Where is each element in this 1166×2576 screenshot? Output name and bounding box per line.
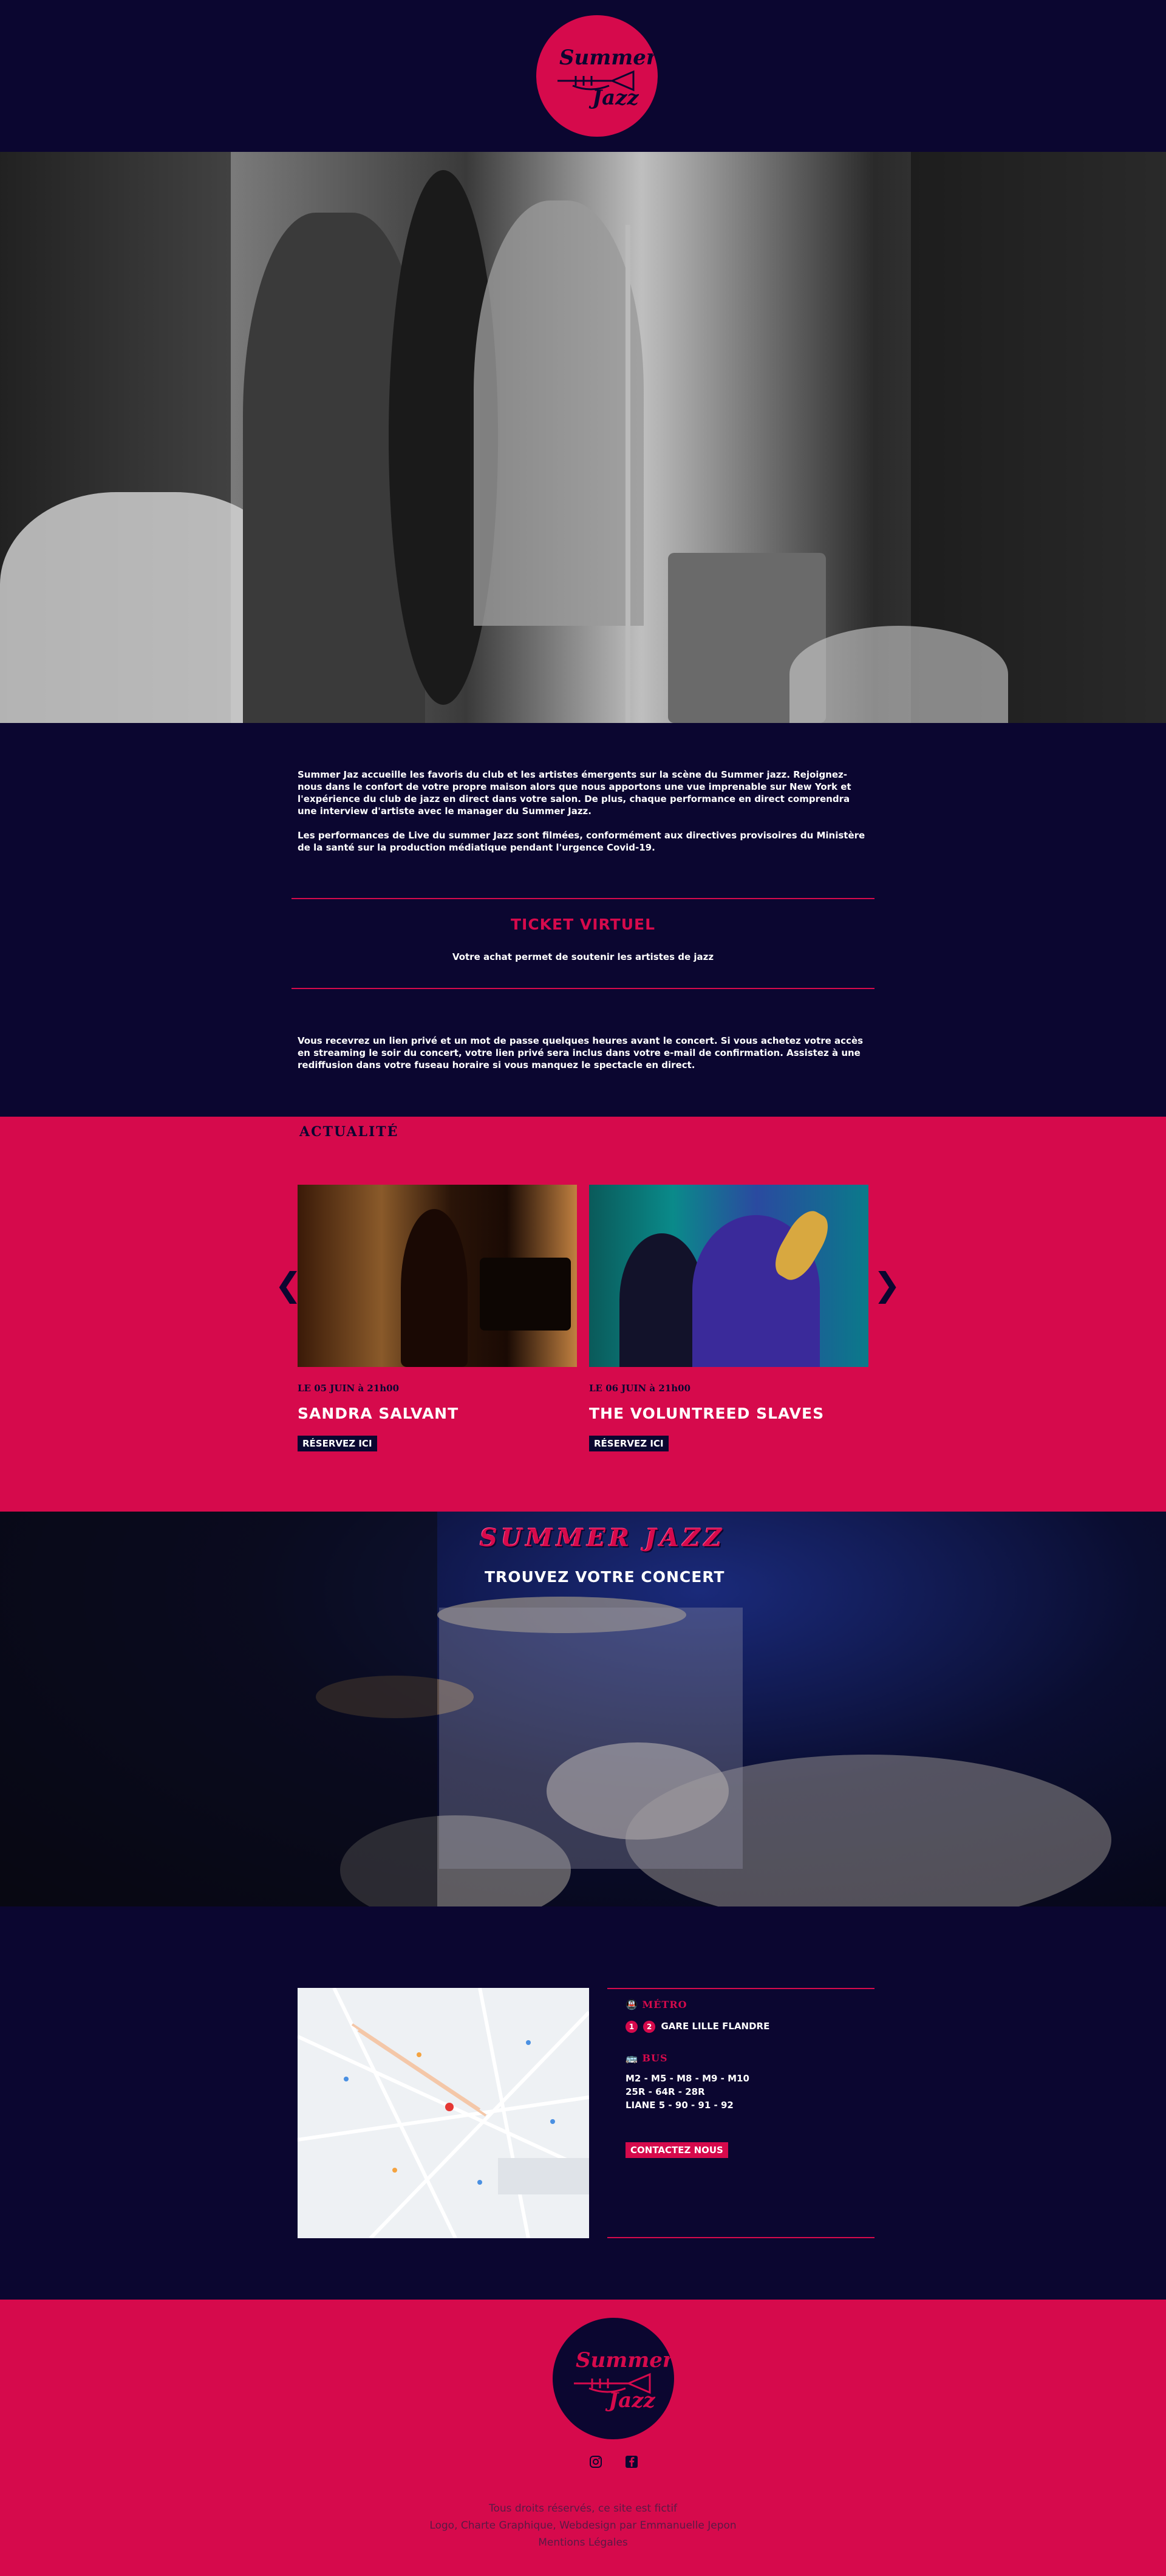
news-card-image[interactable]	[589, 1185, 868, 1367]
reserve-button[interactable]: RÉSERVEZ ICI	[298, 1436, 377, 1451]
logo-text-summer: Summer	[576, 2348, 673, 2372]
intro-paragraph-1: Summer Jaz accueille les favoris du club…	[298, 769, 851, 817]
metro-line: 1 2 GARE LILLE FLANDRE	[626, 2019, 769, 2033]
access-info-text: Vous recevrez un lien privé et un mot de…	[298, 1035, 864, 1070]
contact-button[interactable]: CONTACTEZ NOUS	[626, 2142, 728, 2158]
metro-line-badge: 1	[626, 2021, 638, 2033]
instagram-icon[interactable]	[588, 2454, 603, 2469]
intro-paragraph-2: Les performances de Live du summer Jazz …	[298, 830, 865, 853]
news-card[interactable]: LE 06 JUIN à 21h00 THE VOLUNTREED SLAVES…	[589, 1185, 868, 1451]
logo-text-jazz: Jazz	[609, 2388, 655, 2413]
metro-line-badge: 2	[643, 2021, 656, 2033]
news-card-date: LE 05 JUIN à 21h00	[298, 1383, 400, 1394]
concert-finder-section: SUMMER JAZZ TROUVEZ VOTRE CONCERT	[0, 1512, 1166, 1906]
news-title: ACTUALITÉ	[299, 1124, 399, 1140]
footer-legal-line: Logo, Charte Graphique, Webdesign par Em…	[429, 2519, 737, 2532]
footer-legal-line: Tous droits réservés, ce site est fictif	[488, 2502, 678, 2515]
logo[interactable]: Summer Jazz	[536, 15, 658, 137]
reserve-button[interactable]: RÉSERVEZ ICI	[589, 1436, 669, 1451]
bus-line: LIANE 5 - 90 - 91 - 92	[626, 2100, 734, 2111]
news-card-name: THE VOLUNTREED SLAVES	[589, 1405, 825, 1422]
metro-station: GARE LILLE FLANDRE	[661, 2021, 770, 2032]
facebook-icon[interactable]	[624, 2454, 639, 2469]
news-card-name: SANDRA SALVANT	[298, 1405, 459, 1422]
metro-title: MÉTRO	[642, 1999, 687, 2010]
mentions-legales-link[interactable]: Mentions Légales	[0, 2534, 1166, 2551]
footer-logo[interactable]: Summer Jazz	[553, 2318, 674, 2439]
bus-line: 25R - 64R - 28R	[626, 2086, 705, 2097]
metro-icon: 🚇	[626, 1999, 638, 2010]
location-map[interactable]	[298, 1988, 589, 2238]
news-section: ACTUALITÉ ❮ ❯ LE 05 JUIN à 21h00 SANDRA …	[0, 1117, 1166, 1512]
map-pin-icon	[445, 2103, 454, 2111]
bus-line: M2 - M5 - M8 - M9 - M10	[626, 2073, 749, 2084]
concert-search-panel[interactable]	[439, 1608, 743, 1869]
bus-title: BUS	[642, 2052, 668, 2064]
logo-text-summer: Summer	[559, 46, 657, 70]
news-card[interactable]: LE 05 JUIN à 21h00 SANDRA SALVANT RÉSERV…	[298, 1185, 577, 1451]
hero-photo-jazz-band	[0, 152, 1166, 723]
ticket-subtitle: Votre achat permet de soutenir les artis…	[452, 951, 714, 962]
chevron-right-icon[interactable]: ❯	[873, 1266, 901, 1304]
ticket-banner: TICKET VIRTUEL Votre achat permet de sou…	[292, 898, 874, 989]
footer-legal: Tous droits réservés, ce site est fictif…	[0, 2500, 1166, 2551]
map-graphic	[298, 1988, 589, 2238]
concert-subtitle: TROUVEZ VOTRE CONCERT	[485, 1568, 725, 1586]
bus-icon: 🚌	[626, 2052, 638, 2064]
intro-text: Summer Jaz accueille les favoris du club…	[298, 769, 868, 866]
news-card-image[interactable]	[298, 1185, 577, 1367]
logo-text-jazz: Jazz	[592, 86, 639, 110]
ticket-title: TICKET VIRTUEL	[510, 916, 656, 933]
news-card-date: LE 06 JUIN à 21h00	[589, 1383, 691, 1394]
transport-info: 🚇 MÉTRO 1 2 GARE LILLE FLANDRE 🚌 BUS M2 …	[607, 1988, 874, 2238]
site-header: Summer Jazz	[0, 0, 1166, 152]
concert-brand-title: SUMMER JAZZ	[480, 1524, 726, 1552]
